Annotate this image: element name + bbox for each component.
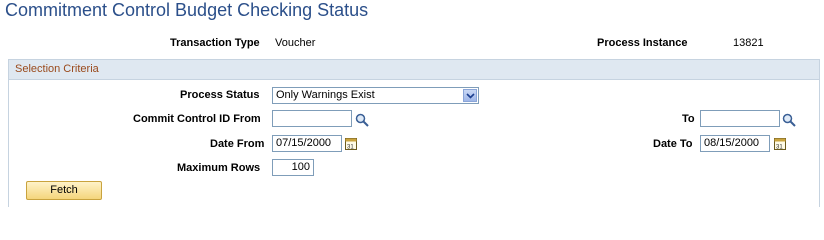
calendar-icon[interactable]: 31: [344, 137, 360, 153]
calendar-icon[interactable]: 31: [773, 137, 789, 153]
transaction-type-value: Voucher: [275, 37, 316, 49]
chevron-down-icon[interactable]: [463, 89, 477, 102]
page: Commitment Control Budget Checking Statu…: [0, 0, 824, 207]
svg-text:31: 31: [776, 145, 783, 151]
commit-control-id-from-input[interactable]: [272, 110, 352, 127]
selection-criteria-title: Selection Criteria: [15, 63, 99, 75]
process-status-value: Only Warnings Exist: [276, 89, 375, 101]
process-instance-value: 13821: [733, 37, 764, 49]
selection-criteria-group: Selection Criteria: [8, 59, 820, 207]
date-from-label: Date From: [210, 138, 265, 150]
process-status-label: Process Status: [180, 89, 260, 101]
magnifier-icon[interactable]: [354, 112, 370, 128]
process-instance-label: Process Instance: [597, 37, 688, 49]
maximum-rows-input[interactable]: 100: [272, 159, 314, 176]
svg-text:31: 31: [347, 145, 354, 151]
transaction-type-label: Transaction Type: [170, 37, 260, 49]
selection-criteria-header: Selection Criteria: [9, 60, 819, 80]
date-to-input[interactable]: 08/15/2000: [700, 135, 770, 152]
process-status-select[interactable]: Only Warnings Exist: [272, 87, 479, 104]
fetch-button[interactable]: Fetch: [26, 181, 102, 200]
date-to-label: Date To: [653, 138, 693, 150]
magnifier-icon[interactable]: [781, 112, 797, 128]
date-from-input[interactable]: 07/15/2000: [272, 135, 342, 152]
page-title: Commitment Control Budget Checking Statu…: [5, 0, 369, 20]
commit-control-id-from-label: Commit Control ID From: [133, 113, 261, 125]
to-label: To: [682, 113, 695, 125]
maximum-rows-label: Maximum Rows: [177, 162, 261, 174]
commit-control-id-to-input[interactable]: [700, 110, 780, 127]
